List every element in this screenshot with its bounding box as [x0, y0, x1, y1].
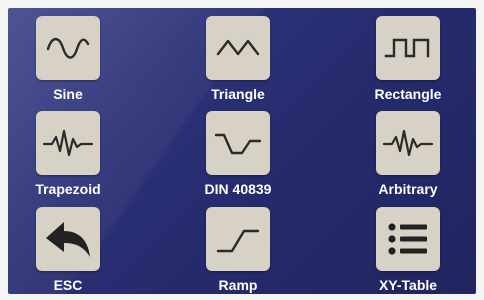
arbitrary-tile[interactable]	[376, 111, 440, 175]
triangle-tile[interactable]	[206, 16, 270, 80]
trapezoid-tile[interactable]	[36, 111, 100, 175]
arbitrary-label: Arbitrary	[378, 181, 438, 197]
din-40839-label: DIN 40839	[204, 181, 272, 197]
xy-table-button[interactable]: XY-Table	[348, 207, 468, 294]
rectangle-tile[interactable]	[376, 16, 440, 80]
sine-wave-icon	[46, 37, 90, 59]
din-40839-button[interactable]: DIN 40839	[178, 111, 298, 203]
triangle-button[interactable]: Triangle	[178, 16, 298, 108]
rectangle-wave-icon	[384, 38, 430, 58]
esc-label: ESC	[53, 277, 83, 293]
function-generator-screen: Sine Triangle Rectangle Trapezoid DIN 40…	[8, 8, 476, 294]
sine-tile[interactable]	[36, 16, 100, 80]
xy-table-label: XY-Table	[378, 277, 438, 293]
trapezoid-label: Trapezoid	[35, 181, 101, 197]
back-arrow-icon	[46, 222, 90, 257]
din-40839-curve-icon	[214, 133, 262, 155]
esc-button[interactable]: ESC	[8, 207, 128, 294]
esc-tile[interactable]	[36, 207, 100, 271]
din-40839-tile[interactable]	[206, 111, 270, 175]
sine-label: Sine	[53, 86, 83, 102]
ramp-button[interactable]: Ramp	[178, 207, 298, 294]
list-icon	[388, 223, 427, 255]
rectangle-button[interactable]: Rectangle	[348, 16, 468, 108]
sine-button[interactable]: Sine	[8, 16, 128, 108]
arbitrary-wave-icon	[42, 129, 94, 157]
xy-table-tile[interactable]	[376, 207, 440, 271]
ramp-label: Ramp	[218, 277, 258, 293]
rectangle-label: Rectangle	[374, 86, 442, 102]
triangle-label: Triangle	[211, 86, 265, 102]
ramp-icon	[216, 229, 260, 253]
arbitrary-wave-icon	[382, 129, 434, 157]
ramp-tile[interactable]	[206, 207, 270, 271]
trapezoid-button[interactable]: Trapezoid	[8, 111, 128, 203]
arbitrary-button[interactable]: Arbitrary	[348, 111, 468, 203]
triangle-wave-icon	[216, 39, 260, 56]
